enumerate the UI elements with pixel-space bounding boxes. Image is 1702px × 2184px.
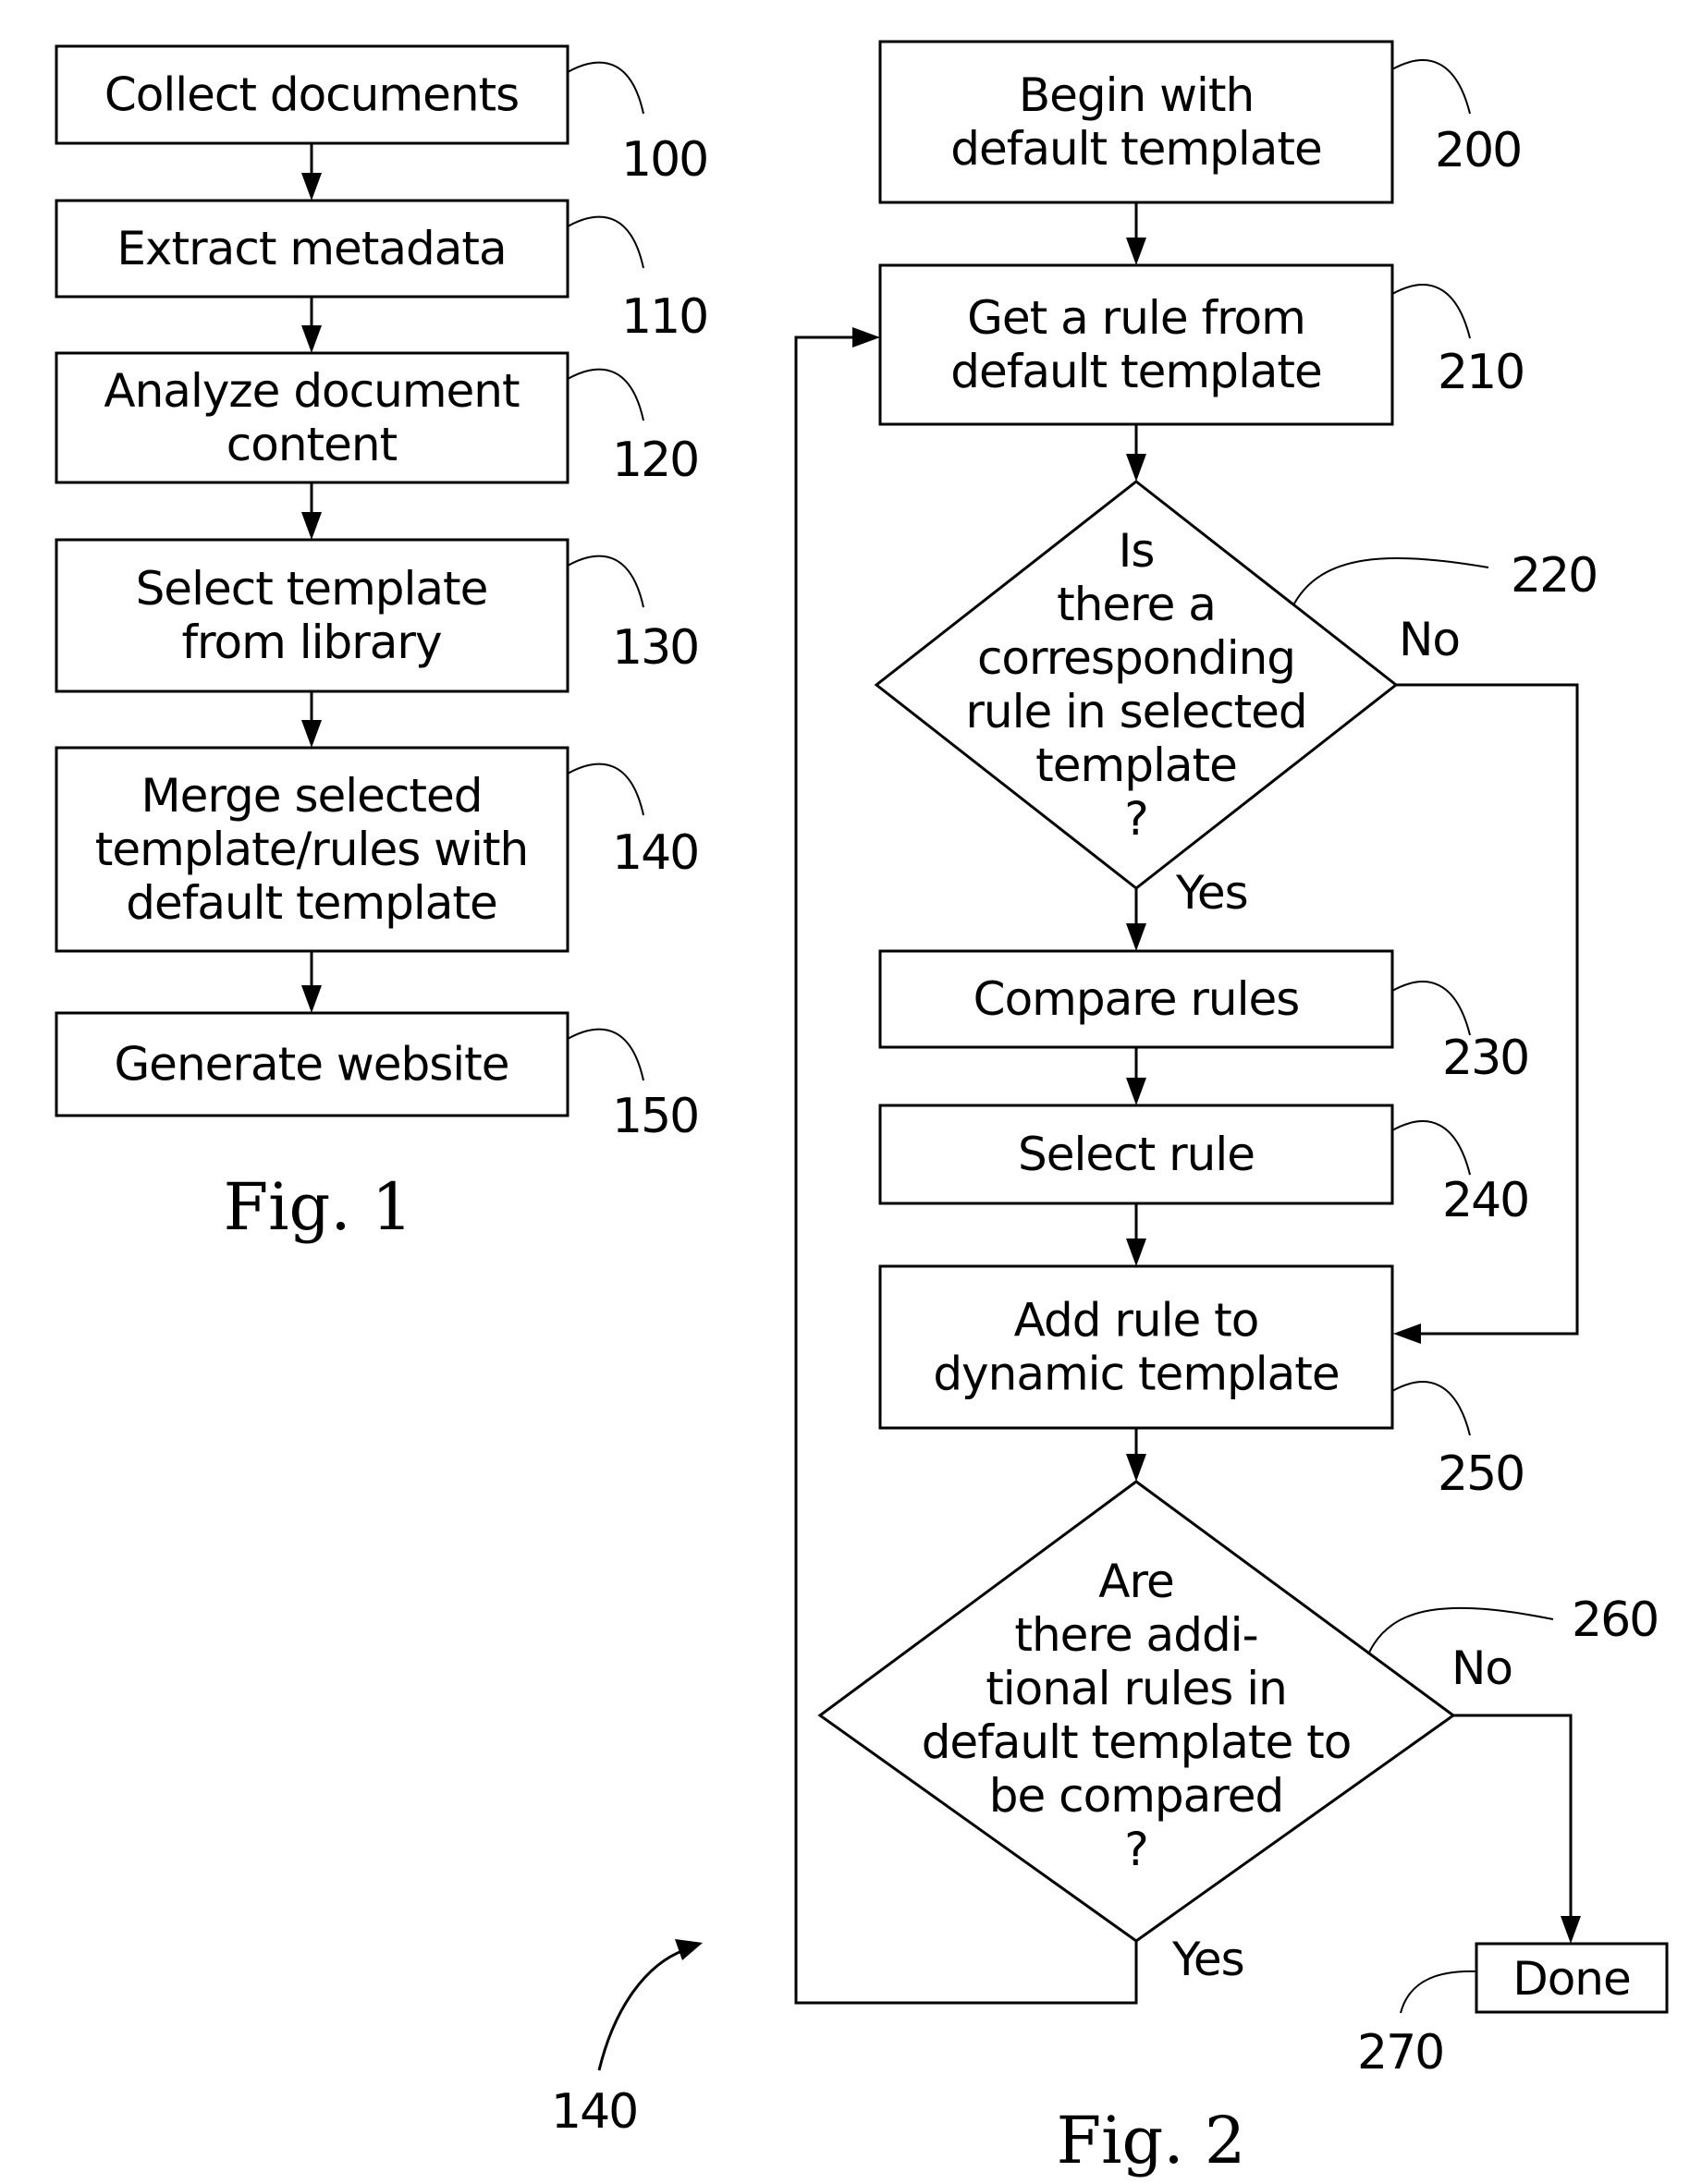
step-label: default template — [126, 876, 497, 930]
branch-label-no: No — [1451, 1641, 1512, 1695]
figure-1-caption: Fig. 1 — [224, 1169, 413, 1245]
reference-numeral: 150 — [612, 1089, 698, 1144]
reference-numeral: 210 — [1438, 345, 1524, 400]
fig2-terminal-270: Done 270 — [1357, 1942, 1669, 2080]
leader-line — [1391, 284, 1471, 339]
reference-numeral: 140 — [612, 825, 698, 881]
step-label: template/rules with — [95, 823, 528, 876]
step-label: Begin with — [1019, 68, 1254, 122]
no-branch-connector — [1453, 1714, 1573, 1940]
leader-line — [567, 555, 644, 608]
arrowhead-down-icon — [1126, 923, 1146, 951]
leader-line — [567, 1028, 644, 1081]
decision-label: rule in selected — [965, 685, 1306, 738]
decision-label: there addi- — [1014, 1608, 1257, 1662]
arrowhead-down-icon — [301, 173, 322, 201]
leader-line — [567, 61, 644, 115]
reference-numeral: 130 — [612, 620, 698, 676]
step-label: Merge selected — [141, 769, 482, 823]
fig1-step-150: Generate website 150 — [55, 1011, 700, 1144]
leader-line — [1293, 556, 1489, 604]
leader-line — [1391, 1381, 1471, 1436]
figure-reference-numeral: 140 — [551, 2084, 637, 2140]
arrowhead-down-icon — [1126, 1454, 1146, 1482]
leader-line — [567, 215, 644, 269]
fig1-step-100: Collect documents 100 — [55, 44, 709, 188]
branch-label-yes: Yes — [1175, 866, 1248, 920]
arrowhead-down-icon — [1126, 1238, 1146, 1266]
figure-1: Collect documents 100 Extract metadata 110 A… — [55, 44, 709, 1144]
leader-line — [1391, 59, 1471, 115]
no-branch-connector — [1396, 683, 1579, 1336]
decision-label: ? — [1124, 1823, 1148, 1876]
arrowhead-down-icon — [1126, 454, 1146, 482]
arrowhead-down-icon — [1126, 1078, 1146, 1105]
fig2-decision-260: Arethere addi-tional rules indefault tem… — [817, 1480, 1659, 1943]
reference-numeral: 270 — [1357, 2025, 1443, 2080]
figure-reference-arrow — [597, 1948, 685, 2071]
leader-line — [1391, 981, 1471, 1036]
figure-2-caption: Fig. 2 — [1057, 2103, 1246, 2178]
patent-flowchart-canvas: Collect documents 100 Extract metadata 110 A… — [55, 40, 1669, 2178]
reference-numeral: 260 — [1572, 1592, 1658, 1648]
step-label: Extract metadata — [116, 222, 506, 275]
fig2-step-230: Compare rules 230 — [878, 949, 1530, 1086]
arrowhead-left-icon — [1393, 1324, 1421, 1344]
decision-label: Are — [1098, 1555, 1173, 1608]
reference-numeral: 220 — [1511, 548, 1597, 604]
leader-line — [567, 368, 644, 421]
arrowhead-down-icon — [1561, 1916, 1581, 1944]
reference-numeral: 230 — [1442, 1031, 1528, 1086]
decision-label: there a — [1057, 578, 1216, 631]
decision-label: tional rules in — [986, 1662, 1287, 1715]
fig2-step-240: Select rule 240 — [878, 1104, 1530, 1228]
branch-label-no: No — [1399, 613, 1460, 666]
step-label: Compare rules — [973, 972, 1300, 1026]
step-label: Select template — [136, 562, 488, 616]
step-label: default template — [950, 345, 1322, 398]
step-label: Collect documents — [104, 68, 519, 122]
arrowhead-down-icon — [301, 325, 322, 353]
step-label: default template — [950, 122, 1322, 176]
step-label: content — [227, 418, 398, 471]
decision-label: ? — [1124, 792, 1148, 846]
step-label: from library — [181, 616, 442, 669]
fig1-step-120: Analyze documentcontent 120 — [55, 351, 700, 488]
reference-numeral: 100 — [621, 132, 707, 188]
arrowhead-down-icon — [301, 512, 322, 540]
decision-label: Is — [1119, 524, 1155, 578]
decision-label: corresponding — [977, 631, 1295, 685]
fig2-step-210: Get a rule fromdefault template 210 — [878, 263, 1525, 426]
leader-line — [567, 763, 644, 816]
fig2-step-250: Add rule todynamic template 250 — [878, 1264, 1525, 1502]
step-label: dynamic template — [933, 1348, 1339, 1401]
reference-numeral: 200 — [1435, 123, 1521, 178]
decision-label: be compared — [989, 1769, 1284, 1823]
step-label: Generate website — [114, 1038, 508, 1092]
fig2-step-200: Begin withdefault template 200 — [878, 40, 1523, 204]
step-label: Get a rule from — [967, 291, 1305, 345]
arrowhead-right-icon — [852, 327, 880, 348]
fig1-step-130: Select templatefrom library 130 — [55, 538, 700, 693]
reference-numeral: 120 — [612, 433, 698, 488]
reference-numeral: 110 — [621, 289, 707, 345]
arrowhead-down-icon — [1126, 238, 1146, 265]
decision-label: default template to — [922, 1715, 1352, 1769]
decision-label: template — [1035, 738, 1237, 792]
arrowhead-down-icon — [301, 985, 322, 1013]
step-label: Analyze document — [104, 364, 520, 418]
arrowhead-down-icon — [301, 720, 322, 748]
branch-label-yes: Yes — [1171, 1933, 1244, 1986]
reference-numeral: 240 — [1442, 1173, 1528, 1228]
step-label: Add rule to — [1014, 1294, 1259, 1348]
figure-2: Begin withdefault template 200Get a rule … — [551, 40, 1669, 2140]
leader-line — [1400, 1970, 1477, 2014]
step-label: Select rule — [1018, 1128, 1255, 1181]
reference-numeral: 250 — [1438, 1446, 1524, 1502]
fig1-step-110: Extract metadata 110 — [55, 199, 709, 345]
fig1-step-140: Merge selectedtemplate/rules withdefault… — [55, 746, 700, 953]
leader-line — [1391, 1120, 1471, 1176]
terminal-label: Done — [1512, 1952, 1631, 2006]
arrowhead-icon — [675, 1939, 703, 1960]
